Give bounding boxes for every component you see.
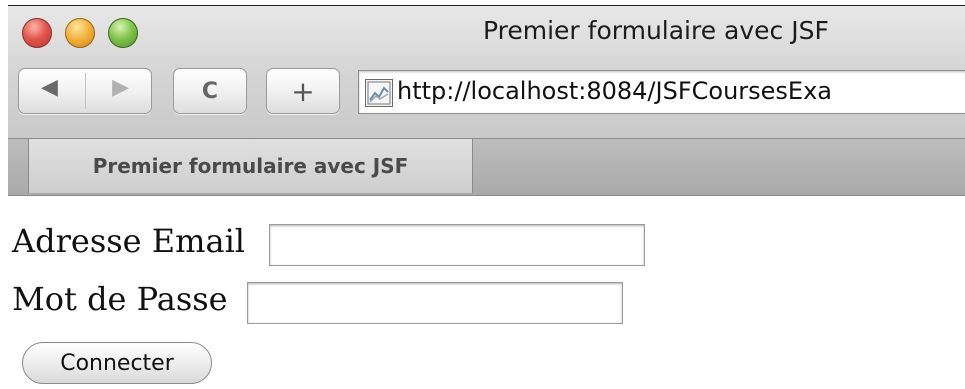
forward-arrow-icon[interactable]: ▶ bbox=[112, 75, 129, 100]
tab-premier-formulaire[interactable]: Premier formulaire avec JSF bbox=[28, 139, 473, 193]
tab-strip: Premier formulaire avec JSF bbox=[8, 138, 965, 196]
email-label: Adresse Email bbox=[12, 222, 246, 260]
back-arrow-icon[interactable]: ◀ bbox=[41, 75, 58, 100]
page-content: Adresse Email Mot de Passe Connecter bbox=[12, 222, 962, 389]
password-field[interactable] bbox=[247, 282, 623, 324]
add-bookmark-button[interactable]: + bbox=[266, 68, 340, 114]
email-field[interactable] bbox=[269, 224, 645, 266]
browser-toolbar: ◀ ▶ C + http://localhost:8084/JSFCourses… bbox=[8, 58, 965, 118]
plus-icon: + bbox=[291, 74, 315, 108]
tab-label: Premier formulaire avec JSF bbox=[92, 154, 409, 178]
minimize-window-button[interactable] bbox=[65, 18, 95, 48]
address-bar[interactable]: http://localhost:8084/JSFCoursesExa bbox=[358, 70, 965, 114]
connect-button[interactable]: Connecter bbox=[22, 342, 212, 384]
favicon-icon bbox=[365, 79, 393, 107]
title-bar: Premier formulaire avec JSF bbox=[8, 6, 965, 58]
window-title: Premier formulaire avec JSF bbox=[483, 16, 829, 45]
reload-icon: C bbox=[201, 78, 219, 104]
password-label: Mot de Passe bbox=[12, 280, 228, 318]
back-forward-buttons: ◀ ▶ bbox=[18, 68, 152, 114]
zoom-window-button[interactable] bbox=[108, 18, 138, 48]
reload-button[interactable]: C bbox=[173, 68, 247, 114]
button-divider bbox=[85, 73, 86, 109]
url-text: http://localhost:8084/JSFCoursesExa bbox=[397, 77, 832, 105]
close-window-button[interactable] bbox=[22, 18, 52, 48]
browser-chrome: Premier formulaire avec JSF ◀ ▶ C + http… bbox=[8, 6, 965, 196]
